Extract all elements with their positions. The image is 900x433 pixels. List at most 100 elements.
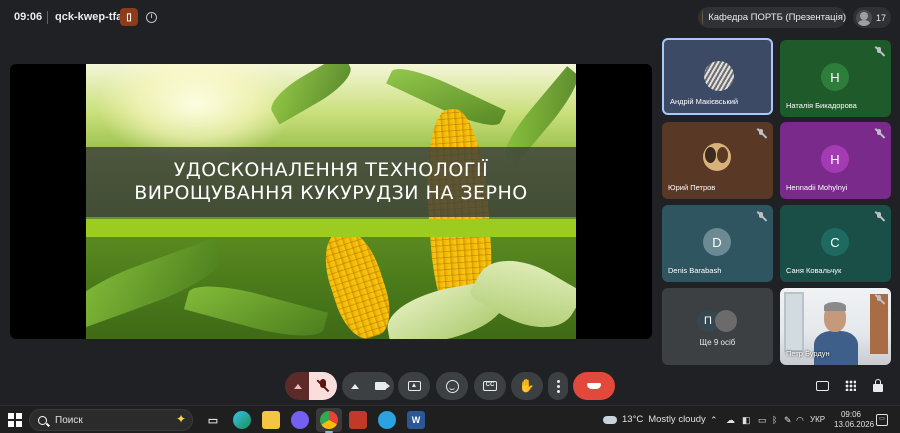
people-icon (856, 9, 872, 26)
clock-date: 13.06.2026 (834, 420, 875, 429)
wifi-icon[interactable]: ◠ (796, 415, 804, 426)
telegram-icon[interactable] (378, 411, 396, 429)
chrome-icon[interactable] (320, 411, 338, 429)
video-options-button[interactable] (342, 372, 368, 400)
door-icon[interactable]: ▯ (120, 8, 138, 26)
clock-time: 09:06 (840, 410, 862, 419)
mic-off-icon (874, 128, 885, 139)
pen-icon[interactable]: ✎ (784, 415, 792, 426)
presenter-chip[interactable]: Кафедра ПОРТБ (Презентація) (698, 7, 846, 28)
participant-avatar: D (703, 228, 731, 256)
weather-desc: Mostly cloudy (648, 414, 706, 425)
more-vertical-icon (556, 384, 560, 388)
language-indicator[interactable]: УКР (810, 415, 825, 424)
task-view-icon[interactable]: ▭ (204, 411, 222, 429)
participant-avatar (715, 310, 737, 332)
camera-toggle-button[interactable] (366, 372, 394, 400)
more-options-button[interactable] (548, 372, 568, 400)
participants-button[interactable]: 17 (853, 7, 891, 28)
edge-icon[interactable] (233, 411, 251, 429)
present-button[interactable] (398, 372, 430, 400)
present-screen-icon (407, 381, 421, 391)
host-controls-button[interactable] (870, 378, 886, 394)
presenter-label: Кафедра ПОРТБ (Презентація) (708, 12, 846, 23)
mic-toggle-button[interactable] (309, 372, 337, 400)
slide-title-line-1: УДОСКОНАЛЕННЯ ТЕХНОЛОГІЇ (173, 159, 489, 181)
weather-widget[interactable]: 13°C Mostly cloudy (601, 411, 706, 425)
presenter-avatar (702, 10, 704, 25)
teams-icon[interactable] (349, 411, 367, 429)
windows-start-icon[interactable] (8, 413, 22, 427)
participant-avatar: Н (821, 63, 849, 91)
participant-name: Denis Barabash (668, 266, 722, 275)
meet-window: 09:06 qck-kwep-tfa ▯ i Кафедра ПОРТБ (Пр… (0, 0, 900, 405)
slide-leaf (86, 237, 229, 331)
viber-icon[interactable] (291, 411, 309, 429)
chat-button[interactable] (814, 378, 830, 394)
participant-tile[interactable]: Андрій Макієвський (662, 38, 773, 115)
file-explorer-icon[interactable] (262, 411, 280, 429)
activities-button[interactable] (842, 378, 858, 394)
sparkle-icon: ✦ (175, 412, 186, 426)
activities-grid-icon (844, 380, 856, 391)
search-icon (38, 415, 47, 425)
mic-off-icon (874, 294, 885, 305)
hand-icon: ✋ (518, 378, 536, 393)
participant-tile[interactable]: Н Наталія Бикадорова (780, 40, 891, 117)
taskbar-clock[interactable]: 09:06 13.06.2026 (834, 410, 875, 430)
info-icon[interactable]: i (146, 12, 157, 23)
slide-title-line-2: ВИРОЩУВАННЯ КУКУРУДЗИ НА ЗЕРНО (134, 182, 528, 204)
chevron-up-icon (294, 383, 302, 389)
top-bar: 09:06 qck-kwep-tfa ▯ i Кафедра ПОРТБ (Пр… (0, 0, 900, 36)
participant-name: Наталія Бикадорова (786, 101, 857, 110)
participant-avatar (704, 61, 734, 91)
battery-icon[interactable]: ▭ (758, 415, 767, 426)
participant-name: Hennadii Mohylnyi (786, 183, 848, 192)
participant-tile[interactable]: Петр Бурдун (780, 288, 891, 365)
participant-tile[interactable]: H Hennadii Mohylnyi (780, 122, 891, 199)
participants-count: 17 (876, 12, 887, 23)
participant-tile[interactable]: D Denis Barabash (662, 205, 773, 282)
participant-name: Андрій Макієвський (670, 97, 739, 106)
cloud-sync-icon[interactable]: ☁ (726, 415, 735, 426)
emoji-icon (445, 379, 459, 393)
participant-name: Саня Ковальчук (786, 266, 842, 275)
mic-off-icon (756, 211, 767, 222)
bluetooth-icon[interactable]: ᛒ (772, 415, 777, 425)
participant-name: Петр Бурдун (786, 349, 830, 358)
word-icon[interactable]: W (407, 411, 425, 429)
taskbar-search-input[interactable]: Поиск ✦ (29, 409, 193, 431)
chevron-up-icon[interactable]: ⌃ (710, 415, 718, 426)
corn-cob (315, 223, 399, 339)
phone-hangup-icon (587, 383, 601, 389)
meeting-time: 09:06 (14, 11, 43, 23)
cloud-icon (601, 411, 617, 424)
captions-button[interactable]: CC (474, 372, 506, 400)
chevron-up-icon (351, 383, 359, 389)
host-controls-lock-icon (873, 379, 883, 392)
participant-tile[interactable]: Юрий Петров (662, 122, 773, 199)
more-participants-tile[interactable]: П Ще 9 осіб (662, 288, 773, 365)
mic-off-icon (316, 379, 329, 393)
slide-accent-bar (86, 219, 576, 237)
captions-icon: CC (483, 381, 497, 391)
notification-icon[interactable]: ▭ (876, 414, 888, 426)
participant-name: Юрий Петров (668, 183, 716, 192)
windows-taskbar: Поиск ✦ ▭ W 13°C Mostly cloudy ⌃ ☁ ◧ ▭ ᛒ… (0, 405, 900, 433)
participant-photo (703, 143, 731, 171)
audio-options-button[interactable] (285, 372, 311, 400)
mic-off-icon (874, 46, 885, 57)
participant-avatar: С (821, 228, 849, 256)
app-tray-icon[interactable]: ◧ (742, 415, 751, 426)
participant-tile[interactable]: С Саня Ковальчук (780, 205, 891, 282)
weather-temp: 13°C (622, 414, 644, 425)
leave-call-button[interactable] (573, 372, 615, 400)
mic-off-icon (756, 128, 767, 139)
presentation-stage[interactable]: УДОСКОНАЛЕННЯ ТЕХНОЛОГІЇ ВИРОЩУВАННЯ КУК… (10, 64, 652, 339)
divider (47, 11, 48, 24)
search-placeholder: Поиск (55, 414, 83, 426)
meeting-code: qck-kwep-tfa (55, 11, 123, 23)
chat-icon (815, 381, 829, 391)
reactions-button[interactable] (436, 372, 468, 400)
raise-hand-button[interactable]: ✋ (511, 372, 543, 400)
